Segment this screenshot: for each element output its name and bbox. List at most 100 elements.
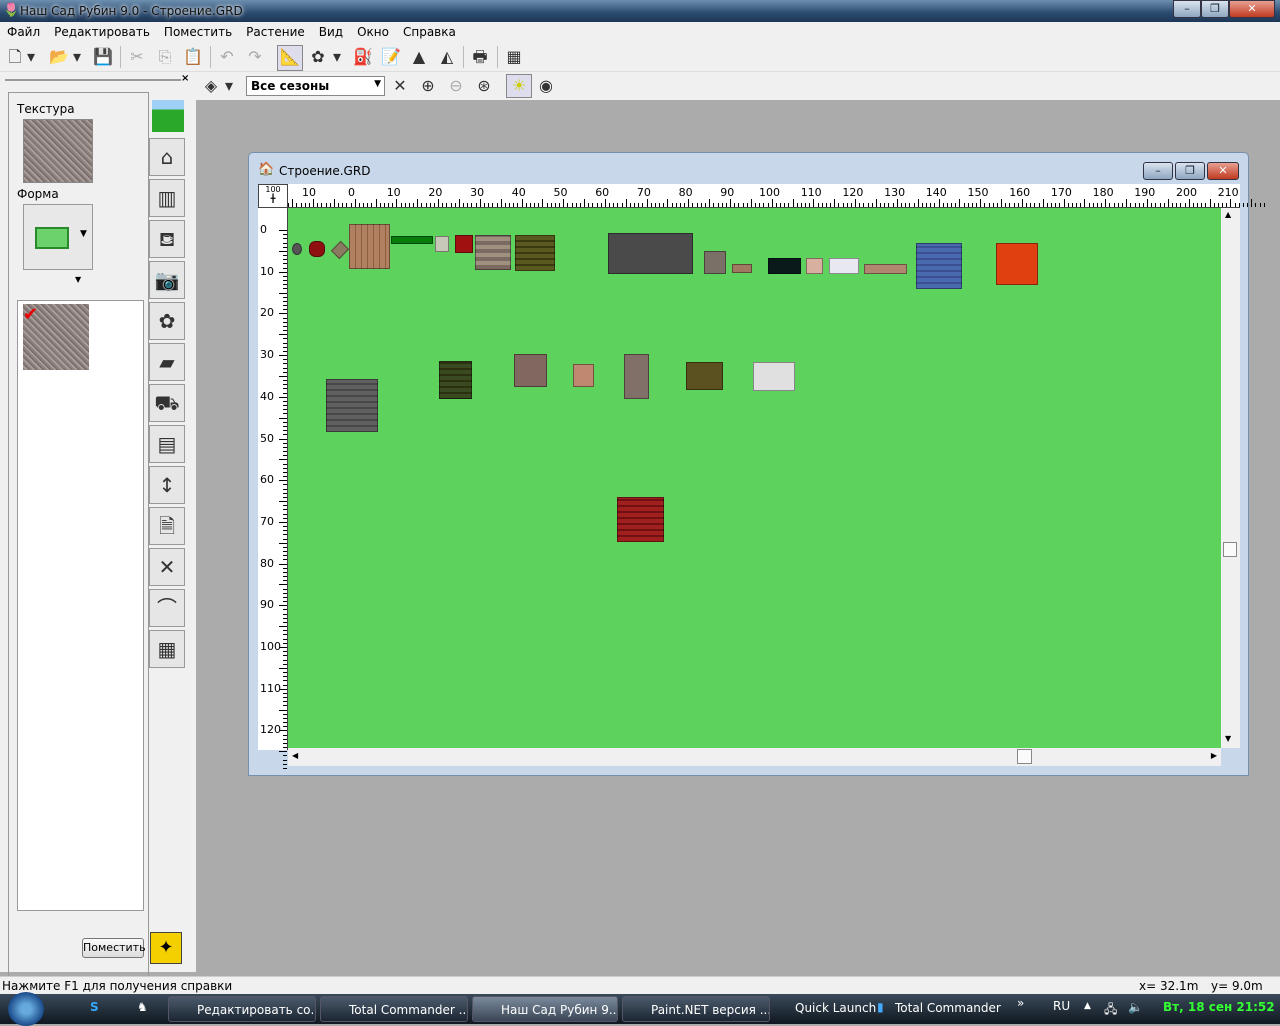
panel-grip[interactable] [5, 79, 181, 81]
quick-launch-label[interactable]: Quick Launch [795, 1001, 876, 1015]
object-brick[interactable] [732, 264, 752, 273]
calculator-icon[interactable]: ▦ [503, 46, 525, 68]
print-icon[interactable]: 🖶 [469, 46, 491, 68]
vertical-scrollbar[interactable]: ▲ ▼ [1221, 208, 1240, 748]
volume-icon[interactable]: 🔈 [1128, 1000, 1143, 1014]
object-red-panel[interactable] [455, 235, 473, 253]
menu-view[interactable]: Вид [312, 22, 350, 39]
minimize-button[interactable]: – [1173, 0, 1201, 18]
menu-file[interactable]: Файл [0, 22, 47, 39]
start-button[interactable] [8, 992, 44, 1026]
object-hedge[interactable] [391, 236, 433, 244]
redo-icon[interactable]: ↷ [244, 46, 266, 68]
undo-icon[interactable]: ↶ [216, 46, 238, 68]
notes-icon[interactable]: 📝 [380, 46, 402, 68]
garden-canvas[interactable] [288, 208, 1221, 748]
log-icon[interactable]: ▰ [149, 343, 185, 381]
open-dropdown-icon[interactable]: ▾ [70, 46, 84, 68]
zoom-fit-icon[interactable]: ⊛ [473, 75, 495, 97]
object-stone[interactable] [475, 235, 511, 270]
object-brick-small[interactable] [573, 364, 594, 387]
menu-help[interactable]: Справка [396, 22, 463, 39]
build-mode-icon[interactable]: 📐 [277, 45, 303, 71]
task-nash-sad[interactable]: Наш Сад Рубин 9.... [472, 996, 618, 1022]
clock[interactable]: Вт, 18 сен 21:52 [1163, 1000, 1275, 1014]
fence-icon[interactable]: ▥ [149, 179, 185, 217]
season-select[interactable]: Все сезоны ▼ [246, 76, 385, 96]
camera-icon[interactable]: 📷 [149, 261, 185, 299]
texture-picker[interactable] [23, 119, 93, 183]
object-hexagon[interactable] [309, 241, 325, 257]
object-stone-column[interactable] [624, 354, 649, 399]
object-red-roof[interactable] [617, 497, 664, 542]
dimension-icon[interactable]: ↕ [149, 466, 185, 504]
task-total-commander[interactable]: Total Commander ... [320, 996, 468, 1022]
menu-edit[interactable]: Редактировать [47, 22, 157, 39]
texture-item[interactable]: ✔ [23, 304, 89, 370]
skype-icon[interactable]: S [90, 1000, 99, 1014]
expand-icon[interactable]: ▼ [75, 275, 81, 284]
brick-wall-icon[interactable]: ▦ [149, 630, 185, 668]
object-stone-small[interactable] [704, 251, 726, 274]
object-paving[interactable] [864, 264, 907, 274]
layers-dropdown-icon[interactable]: ▾ [222, 75, 236, 97]
open-icon[interactable]: 📂 [48, 46, 70, 68]
save-icon[interactable]: 💾 [92, 46, 114, 68]
object-blue-roof[interactable] [916, 243, 962, 289]
tools-icon[interactable]: ✕ [149, 548, 185, 586]
gradient-icon[interactable]: ▤ [149, 425, 185, 463]
object-stone-block[interactable] [514, 354, 547, 387]
chevron-icon[interactable]: » [1017, 996, 1024, 1010]
object-grey-roof[interactable] [326, 379, 378, 432]
new-dropdown-icon[interactable]: ▾ [24, 46, 38, 68]
language-indicator[interactable]: RU [1053, 999, 1070, 1013]
object-white-tile[interactable] [829, 258, 859, 274]
vertical-scroll-thumb[interactable] [1223, 542, 1237, 557]
task-paint-net[interactable]: Paint.NET версия ... [622, 996, 770, 1022]
doc-maximize-button[interactable]: ❐ [1175, 162, 1205, 180]
object-orange-roof[interactable] [996, 243, 1038, 285]
copy-icon[interactable]: ⎘ [154, 46, 176, 68]
task-firefox[interactable]: Редактировать со... [168, 996, 316, 1022]
object-tile[interactable] [435, 236, 449, 252]
place-button[interactable]: Поместить [82, 938, 146, 958]
paste-icon[interactable]: 📋 [182, 46, 204, 68]
object-white-stone[interactable] [753, 362, 795, 391]
shape-picker[interactable]: ▼ [23, 204, 93, 270]
rotate-icon[interactable]: ◉ [535, 75, 557, 97]
document-icon[interactable]: 🗎 [149, 507, 185, 545]
flower-icon[interactable]: ✿ [149, 302, 185, 340]
layers-icon[interactable]: ◈ [200, 75, 222, 97]
terrain-icon[interactable]: ▲ [408, 46, 430, 68]
flower-dropdown-icon[interactable]: ▾ [330, 46, 344, 68]
maximize-button[interactable]: ❐ [1201, 0, 1229, 18]
object-diamond[interactable] [330, 240, 350, 260]
close-button[interactable]: ✕ [1229, 0, 1275, 18]
cut-icon[interactable]: ✂ [126, 46, 148, 68]
tray-expand-icon[interactable]: ▲ [1084, 1001, 1091, 1011]
menu-window[interactable]: Окно [350, 22, 396, 39]
quick-launch-total-commander[interactable]: Total Commander [895, 1001, 1001, 1015]
fox-icon[interactable]: ♞ [137, 1000, 148, 1014]
object-olive-roof[interactable] [686, 362, 723, 390]
sun-icon[interactable]: ☀ [506, 74, 532, 98]
wizard-icon[interactable]: ✦ [150, 932, 182, 964]
flower-icon[interactable]: ✿ [307, 46, 329, 68]
menu-plant[interactable]: Растение [239, 22, 312, 39]
close-panel-icon[interactable]: × [181, 73, 189, 84]
horizontal-scrollbar[interactable]: ◀ ▶ [288, 748, 1221, 766]
object-shrub[interactable] [292, 243, 302, 255]
ruler-corner[interactable]: 100 ╋ [258, 184, 288, 208]
doc-minimize-button[interactable]: – [1143, 162, 1173, 180]
zoom-in-icon[interactable]: ⊕ [417, 75, 439, 97]
cart-icon[interactable]: ⛟ [149, 384, 185, 422]
object-wood-panel[interactable] [349, 224, 390, 269]
zoom-out-icon[interactable]: ⊖ [445, 75, 467, 97]
horizontal-scroll-thumb[interactable] [1017, 749, 1032, 764]
bench-icon[interactable]: ⛾ [149, 220, 185, 258]
object-roof-tile[interactable] [515, 235, 555, 271]
menu-place[interactable]: Поместить [157, 22, 239, 39]
network-icon[interactable]: 🖧 [1104, 1000, 1117, 1021]
object-slab[interactable] [608, 233, 693, 274]
object-dark-panel[interactable] [768, 258, 801, 274]
